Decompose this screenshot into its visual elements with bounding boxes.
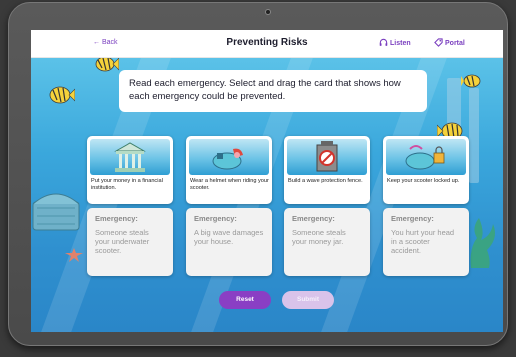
- yellow-fish-icon: [95, 58, 119, 72]
- page-title: Preventing Risks: [226, 37, 308, 48]
- portal-button[interactable]: Portal: [434, 38, 465, 47]
- card-image: [386, 139, 466, 175]
- emergency-card[interactable]: Emergency: Someone steals your underwate…: [87, 208, 173, 276]
- bank-icon: [114, 142, 146, 172]
- reset-button[interactable]: Reset: [219, 291, 271, 309]
- emergency-label: Emergency:: [391, 214, 434, 223]
- emergency-label: Emergency:: [292, 214, 335, 223]
- emergency-text: You hurt your head in a scooter accident…: [391, 228, 455, 255]
- treasure-chest-icon: [32, 193, 80, 231]
- prevention-card[interactable]: Keep your scooter locked up.: [383, 136, 469, 204]
- card-caption: Keep your scooter locked up.: [387, 178, 460, 184]
- yellow-fish-icon: [49, 86, 75, 104]
- prevention-card[interactable]: Put your money in a financial institutio…: [87, 136, 173, 204]
- top-bar: ← Back Preventing Risks Listen Portal: [31, 30, 503, 58]
- emergency-card[interactable]: Emergency: A big wave damages your house…: [186, 208, 272, 276]
- emergency-label: Emergency:: [95, 214, 138, 223]
- listen-button[interactable]: Listen: [379, 38, 411, 47]
- prevention-card[interactable]: Wear a helmet when riding your scooter.: [186, 136, 272, 204]
- card-caption: Put your money in a financial institutio…: [91, 178, 163, 191]
- camera-dot: [265, 9, 271, 15]
- emergency-text: Someone steals your underwater scooter.: [95, 228, 150, 255]
- app-screen: ← Back Preventing Risks Listen Portal Re…: [31, 30, 503, 332]
- locked-scooter-icon: [405, 145, 445, 170]
- prevention-card[interactable]: Build a wave protection fence.: [284, 136, 370, 204]
- helmet-scooter-icon: [212, 148, 243, 170]
- instruction-box: Read each emergency. Select and drag the…: [119, 70, 427, 112]
- card-image: [90, 139, 170, 175]
- card-caption: Wear a helmet when riding your scooter.: [190, 178, 269, 191]
- headphones-icon: [379, 38, 388, 46]
- card-image: [287, 139, 367, 175]
- submit-button[interactable]: Submit: [282, 291, 334, 309]
- underwater-scene: Read each emergency. Select and drag the…: [31, 58, 503, 332]
- tablet-frame: ← Back Preventing Risks Listen Portal Re…: [8, 2, 508, 346]
- listen-label: Listen: [390, 40, 411, 47]
- portal-label: Portal: [445, 40, 465, 47]
- card-image: [189, 139, 269, 175]
- emergency-card[interactable]: Emergency: You hurt your head in a scoot…: [383, 208, 469, 276]
- emergency-card[interactable]: Emergency: Someone steals your money jar…: [284, 208, 370, 276]
- tag-icon: [434, 38, 443, 47]
- emergency-text: Someone steals your money jar.: [292, 228, 346, 246]
- starfish-icon: [65, 248, 83, 262]
- no-wave-sign-icon: [316, 141, 338, 172]
- emergency-label: Emergency:: [194, 214, 237, 223]
- emergency-text: A big wave damages your house.: [194, 228, 264, 246]
- yellow-fish-icon: [461, 74, 481, 88]
- ruin-pillar: [469, 88, 479, 183]
- card-caption: Build a wave protection fence.: [288, 178, 363, 184]
